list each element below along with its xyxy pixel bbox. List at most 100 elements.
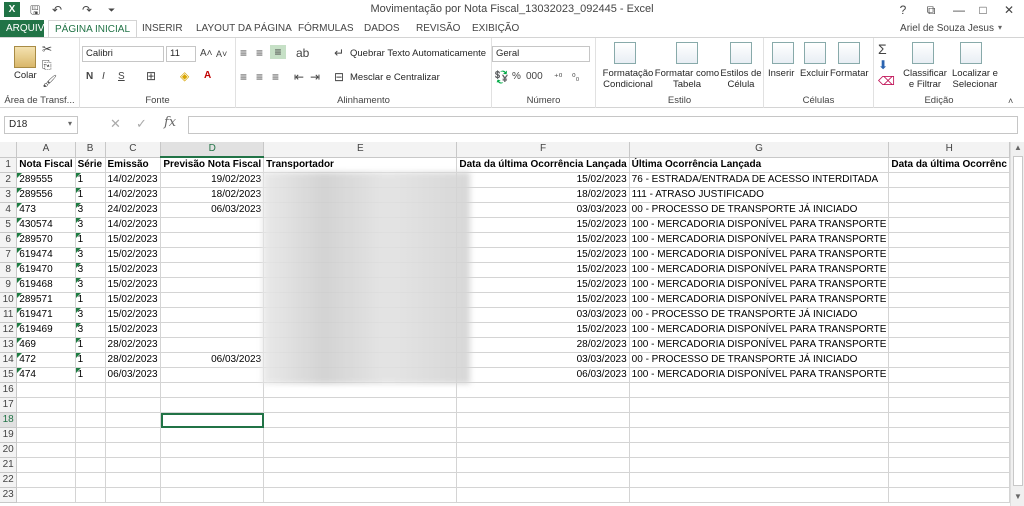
cell-F12[interactable]: 15/02/2023 [456,322,630,338]
merge-center-button[interactable]: Mesclar e Centralizar [350,72,440,83]
cell-B19[interactable] [75,427,106,443]
cell-A20[interactable] [16,442,76,458]
cell-H18[interactable] [888,412,1010,428]
column-header-D[interactable]: D [160,142,265,158]
cell-D2[interactable]: 19/02/2023 [160,172,265,188]
column-header-F[interactable]: F [456,142,630,158]
cell-E23[interactable] [263,487,458,503]
row-header[interactable]: 7 [0,247,18,263]
merge-center-icon[interactable]: ⊟ [334,70,344,84]
cell-D17[interactable] [160,397,265,413]
conditional-formatting-icon[interactable] [614,42,636,64]
row-header[interactable]: 19 [0,427,18,443]
cell-A22[interactable] [16,472,76,488]
cell-C5[interactable]: 14/02/2023 [105,217,162,233]
cell-A2[interactable]: 289555 [16,172,76,188]
scrollbar-thumb[interactable] [1013,156,1023,486]
cell-E21[interactable] [263,457,458,473]
tab-data[interactable]: DADOS [358,20,406,38]
wrap-text-button[interactable]: Quebrar Texto Automaticamente [350,48,486,59]
cell-F15[interactable]: 06/03/2023 [456,367,630,383]
cell-H15[interactable] [888,367,1010,383]
cell-C17[interactable] [105,397,162,413]
cell-B21[interactable] [75,457,106,473]
cell-C18[interactable] [105,412,162,428]
cell-G5[interactable]: 100 - MERCADORIA DISPONÍVEL PARA TRANSPO… [629,217,890,233]
cell-G15[interactable]: 100 - MERCADORIA DISPONÍVEL PARA TRANSPO… [629,367,890,383]
cell-B14[interactable]: 1 [75,352,106,368]
cell-G13[interactable]: 100 - MERCADORIA DISPONÍVEL PARA TRANSPO… [629,337,890,353]
thousands-button[interactable]: 000 [526,70,543,84]
row-header[interactable]: 16 [0,382,18,398]
row-header[interactable]: 3 [0,187,18,203]
percent-button[interactable]: % [512,70,521,84]
format-as-table-button[interactable]: Formatar como Tabela [654,68,720,90]
close-button[interactable]: ✕ [994,0,1024,20]
vertical-scrollbar[interactable]: ▲ ▼ [1010,142,1024,506]
cell-A12[interactable]: 619469 [16,322,76,338]
align-top-icon[interactable]: ≡ [240,46,247,60]
cell-A17[interactable] [16,397,76,413]
cell-H14[interactable] [888,352,1010,368]
cell-E16[interactable] [263,382,458,398]
cell-G19[interactable] [629,427,890,443]
row-header[interactable]: 12 [0,322,18,338]
cell-H22[interactable] [888,472,1010,488]
cell-D12[interactable] [160,322,265,338]
cell-D1[interactable]: Previsão Nota Fiscal [160,157,265,173]
tab-formulas[interactable]: FÓRMULAS [292,20,360,38]
cell-B2[interactable]: 1 [75,172,106,188]
cell-A7[interactable]: 619474 [16,247,76,263]
format-as-table-icon[interactable] [676,42,698,64]
cell-H8[interactable] [888,262,1010,278]
cell-B4[interactable]: 3 [75,202,106,218]
cell-A23[interactable] [16,487,76,503]
delete-cells-button[interactable]: Excluir [800,68,829,79]
ribbon-display-button[interactable]: ⧉ [916,0,946,20]
cell-F10[interactable]: 15/02/2023 [456,292,630,308]
cell-A14[interactable]: 472 [16,352,76,368]
find-select-icon[interactable] [960,42,982,64]
font-color-icon[interactable]: A [204,69,211,83]
decrease-font-icon[interactable]: A˅ [216,47,227,61]
column-header-B[interactable]: B [75,142,106,158]
cell-A10[interactable]: 289571 [16,292,76,308]
cell-B11[interactable]: 3 [75,307,106,323]
cell-F2[interactable]: 15/02/2023 [456,172,630,188]
cell-E18[interactable] [263,412,458,428]
cell-F1[interactable]: Data da última Ocorrência Lançada [456,157,630,173]
cell-H11[interactable] [888,307,1010,323]
cell-F21[interactable] [456,457,630,473]
cell-A6[interactable]: 289570 [16,232,76,248]
cell-H16[interactable] [888,382,1010,398]
cell-H3[interactable] [888,187,1010,203]
cell-C2[interactable]: 14/02/2023 [105,172,162,188]
cell-B18[interactable] [75,412,106,428]
row-header[interactable]: 11 [0,307,18,323]
cell-B1[interactable]: Série [75,157,106,173]
row-header[interactable]: 18 [0,412,18,428]
cell-D18[interactable] [160,412,265,428]
orientation-icon[interactable]: ab [296,46,309,60]
cell-H10[interactable] [888,292,1010,308]
cell-D10[interactable] [160,292,265,308]
cell-H13[interactable] [888,337,1010,353]
cell-B17[interactable] [75,397,106,413]
cell-styles-icon[interactable] [730,42,752,64]
paste-button[interactable]: Colar [14,70,37,81]
cell-G21[interactable] [629,457,890,473]
cell-H12[interactable] [888,322,1010,338]
sort-filter-button[interactable]: Classificar e Filtrar [902,68,948,90]
cell-B15[interactable]: 1 [75,367,106,383]
cell-D11[interactable] [160,307,265,323]
cell-F4[interactable]: 03/03/2023 [456,202,630,218]
cell-B8[interactable]: 3 [75,262,106,278]
cell-A11[interactable]: 619471 [16,307,76,323]
row-header[interactable]: 20 [0,442,18,458]
cell-E19[interactable] [263,427,458,443]
cell-G12[interactable]: 100 - MERCADORIA DISPONÍVEL PARA TRANSPO… [629,322,890,338]
cell-H9[interactable] [888,277,1010,293]
row-header[interactable]: 9 [0,277,18,293]
cell-G4[interactable]: 00 - PROCESSO DE TRANSPORTE JÁ INICIADO [629,202,890,218]
cell-F22[interactable] [456,472,630,488]
